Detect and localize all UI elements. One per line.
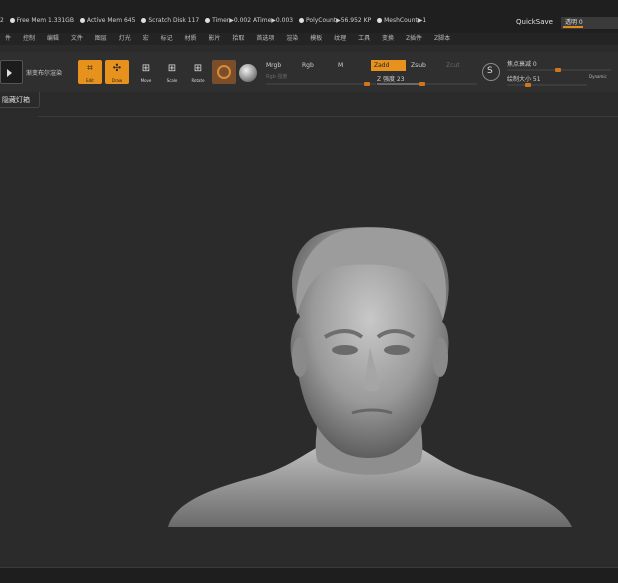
draw-size-label: 绘制大小 51 (507, 76, 541, 83)
menu-item[interactable]: Z脚本 (434, 33, 450, 45)
slider-fill (377, 83, 425, 85)
menu-item[interactable]: 变换 (382, 33, 394, 45)
stroke-icon[interactable]: S (482, 63, 500, 81)
menu-item[interactable]: 纹理 (334, 33, 346, 45)
status-bar: 2 Free Mem 1.331GB Active Mem 645 Scratc… (0, 0, 618, 33)
menu-item[interactable]: 工具 (358, 33, 370, 45)
focal-shift-slider[interactable] (507, 68, 611, 72)
menu-item[interactable]: 拾取 (232, 33, 244, 45)
canvas-viewport[interactable] (0, 117, 618, 567)
free-mem: Free Mem 1.331GB (16, 17, 74, 24)
scale-button[interactable]: ⊞ Scale (160, 60, 184, 84)
brush-button[interactable] (212, 60, 236, 84)
active-mem: Active Mem 645 (86, 17, 136, 24)
tooltip: 隐藏灯箱 (0, 92, 40, 108)
draw-button[interactable]: ✣ Draw (105, 60, 129, 84)
bullet-icon (377, 18, 383, 23)
draw-icon: ✣ (112, 63, 122, 74)
rotate-button[interactable]: ⊞ Rotate (186, 60, 210, 84)
menu-bar: 件 控制 编辑 文件 图层 灯光 宏 标记 材质 影片 拾取 首选项 渲染 模板… (0, 33, 618, 45)
status-line: 2 Free Mem 1.331GB Active Mem 645 Scratc… (0, 17, 460, 29)
toolbar-label: 渐变布尔渲染 (26, 70, 63, 77)
menu-item[interactable]: 影片 (208, 33, 220, 45)
bullet-icon (79, 18, 85, 23)
scale-icon: ⊞ (167, 63, 177, 74)
bottom-bar (0, 567, 618, 583)
menu-item[interactable]: Z插件 (406, 33, 422, 45)
play-button[interactable] (0, 60, 23, 84)
draw-size-slider[interactable] (507, 83, 587, 87)
menu-item[interactable]: 标记 (161, 33, 173, 45)
menu-item[interactable]: 文件 (71, 33, 83, 45)
brush-icon (217, 65, 231, 79)
rgb-intensity-slider[interactable] (266, 82, 376, 86)
zcut-button[interactable]: Zcut (446, 62, 460, 69)
transparency-slider-fill (563, 26, 583, 28)
move-label: Move (140, 78, 152, 83)
menu-item[interactable]: 件 (5, 33, 11, 45)
material-sphere-icon[interactable] (239, 64, 257, 82)
z-intensity-slider[interactable] (377, 82, 477, 86)
z-intensity-label: Z 强度 23 (377, 76, 405, 83)
move-icon: ⊞ (141, 63, 151, 74)
timer: Timer▶0.002 ATime▶0.003 (212, 17, 294, 24)
rgb-button[interactable]: Rgb (302, 62, 314, 69)
menu-item[interactable]: 灯光 (119, 33, 131, 45)
rgb-intensity-label: Rgb 强度 (266, 74, 288, 80)
toolbar: 渐变布尔渲染 ⌗ Edit ✣ Draw ⊞ Move ⊞ Scale ⊞ Ro… (0, 52, 618, 92)
rotate-label: Rotate (191, 78, 205, 83)
edit-label: Edit (86, 78, 94, 83)
m-button[interactable]: M (338, 62, 343, 69)
poly-count: PolyCount▶56.952 KP (306, 17, 372, 24)
dynamic-toggle[interactable]: Dynamic (589, 74, 607, 79)
move-button[interactable]: ⊞ Move (134, 60, 158, 84)
transparency-slider[interactable]: 透明 0 (561, 17, 618, 29)
s-glyph-icon: S (487, 66, 493, 76)
menu-item[interactable]: 宏 (143, 33, 149, 45)
scale-label: Scale (166, 78, 178, 83)
menu-item[interactable]: 首选项 (256, 33, 274, 45)
scratch-disk: Scratch Disk 117 (148, 17, 200, 24)
slider-knob[interactable] (419, 82, 425, 86)
bullet-icon (205, 18, 211, 23)
slider-knob[interactable] (364, 82, 370, 86)
bullet-icon (299, 18, 305, 23)
edit-button[interactable]: ⌗ Edit (78, 60, 102, 84)
mrgb-button[interactable]: Mrgb (266, 62, 281, 69)
menu-item[interactable]: 控制 (23, 33, 35, 45)
draw-label: Draw (111, 78, 123, 83)
menu-item[interactable]: 渲染 (286, 33, 298, 45)
menu-item[interactable]: 编辑 (47, 33, 59, 45)
menu-item[interactable]: 图层 (95, 33, 107, 45)
menu-item[interactable]: 材质 (185, 33, 197, 45)
status-prefix: 2 (0, 17, 4, 24)
sculpt-model (168, 227, 572, 527)
slider-knob[interactable] (525, 83, 531, 87)
rotate-icon: ⊞ (193, 63, 203, 74)
mesh-count: MeshCount▶1 (384, 17, 427, 24)
focal-shift-label: 焦点衰减 0 (507, 61, 537, 68)
transparency-label: 透明 0 (565, 19, 583, 26)
edit-icon: ⌗ (87, 63, 93, 74)
zsub-button[interactable]: Zsub (411, 62, 426, 69)
slider-knob[interactable] (555, 68, 561, 72)
play-icon (7, 69, 12, 77)
bullet-icon (141, 18, 147, 23)
quicksave-button[interactable]: QuickSave (516, 18, 553, 26)
menu-item[interactable]: 模板 (310, 33, 322, 45)
zadd-button[interactable]: Zadd (371, 60, 406, 71)
bullet-icon (9, 18, 15, 23)
